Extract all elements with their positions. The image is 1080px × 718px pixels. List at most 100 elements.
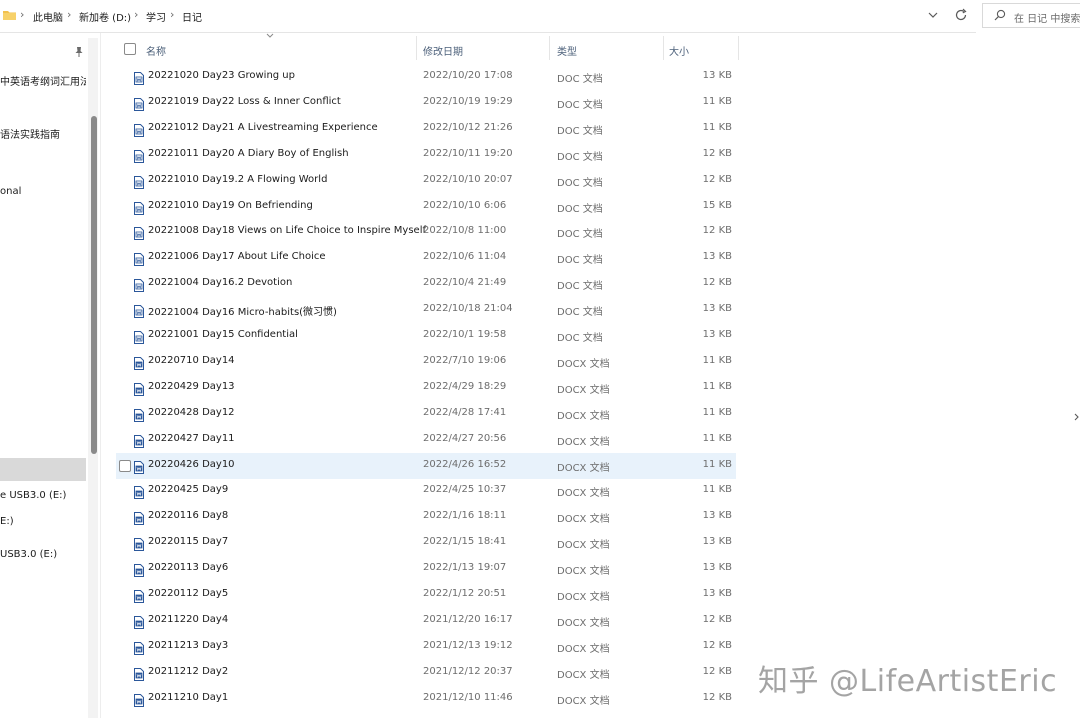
file-name[interactable]: 20221008 Day18 Views on Life Choice to I… [148, 225, 426, 236]
watermark: 知乎 @LifeArtistEric [758, 664, 1058, 699]
pin-icon[interactable] [74, 46, 84, 58]
file-row[interactable]: 20221019 Day22 Loss & Inner Conflict 2022… [116, 90, 736, 116]
file-row[interactable]: 20220429 Day13 2022/4/29 18:29 DOCX 文档 11 K… [116, 375, 736, 401]
file-name[interactable]: 20220710 Day14 [148, 355, 235, 366]
column-divider[interactable] [549, 36, 550, 60]
file-type: DOC 文档 [557, 281, 603, 293]
file-row[interactable]: 20211213 Day3 2021/12/13 19:12 DOCX 文档 12 K… [116, 634, 736, 660]
file-name[interactable]: 20220429 Day13 [148, 381, 235, 392]
column-header-name[interactable]: 名称 [146, 43, 166, 58]
file-name[interactable]: 20220112 Day5 [148, 588, 228, 599]
file-name[interactable]: 20221010 Day19 On Befriending [148, 200, 313, 211]
file-name[interactable]: 20221004 Day16.2 Devotion [148, 277, 292, 288]
file-size: 12 KB [702, 665, 732, 677]
column-header-size[interactable]: 大小 [669, 43, 689, 58]
file-modified-date: 2021/12/13 19:12 [423, 639, 513, 651]
file-row[interactable]: 20220426 Day10 2022/4/26 16:52 DOCX 文档 11 K… [116, 452, 736, 479]
select-all-checkbox[interactable] [124, 43, 136, 55]
folder-icon [3, 11, 16, 20]
file-row[interactable]: 20220116 Day8 2022/1/16 18:11 DOCX 文档 13 KB [116, 504, 736, 530]
file-modified-date: 2022/10/19 19:29 [423, 95, 513, 107]
file-row[interactable]: 20220112 Day5 2022/1/12 20:51 DOCX 文档 13 KB [116, 582, 736, 608]
nav-item-quick-access-3[interactable]: onal [0, 186, 86, 197]
column-divider[interactable] [416, 36, 417, 60]
nav-item-usb-drive[interactable]: e USB3.0 (E:) [0, 490, 86, 501]
file-name[interactable]: 20220113 Day6 [148, 562, 228, 573]
breadcrumb-drive-d[interactable]: 新加卷 (D:) [79, 9, 131, 24]
column-divider[interactable] [738, 36, 739, 60]
file-row[interactable]: 20221006 Day17 About Life Choice 2022/10/… [116, 245, 736, 271]
file-row[interactable]: 20211220 Day4 2021/12/20 16:17 DOCX 文档 12 K… [116, 608, 736, 634]
file-name[interactable]: 20211213 Day3 [148, 640, 228, 651]
column-header-date[interactable]: 修改日期 [423, 43, 463, 58]
file-name[interactable]: 20220426 Day10 [148, 459, 235, 470]
file-row[interactable]: 20221011 Day20 A Diary Boy of English 202… [116, 142, 736, 168]
file-size: 12 KB [702, 613, 732, 625]
file-row[interactable]: 20221010 Day19.2 A Flowing World 2022/10/… [116, 168, 736, 194]
file-name[interactable]: 20221006 Day17 About Life Choice [148, 251, 326, 262]
file-name[interactable]: 20221012 Day21 A Livestreaming Experienc… [148, 122, 378, 133]
word-document-icon [134, 433, 144, 448]
file-row[interactable]: 20221010 Day19 On Befriending 2022/10/10 … [116, 194, 736, 220]
row-checkbox[interactable] [119, 459, 131, 472]
file-name[interactable]: 20221004 Day16 Micro-habits(微习惯) [148, 303, 337, 318]
file-row[interactable]: 20211210 Day1 2021/12/10 11:46 DOCX 文档 12 K… [116, 686, 736, 712]
file-row[interactable]: 20221001 Day15 Confidential 2022/10/1 19:… [116, 323, 736, 349]
file-modified-date: 2022/10/4 21:49 [423, 277, 507, 289]
nav-item-quick-access-1[interactable]: 中英语考纲词汇用法手 [0, 73, 86, 88]
file-row[interactable]: 20220710 Day14 2022/7/10 19:06 DOCX 文档 11 K… [116, 349, 736, 375]
file-name[interactable]: 20221019 Day22 Loss & Inner Conflict [148, 96, 341, 107]
file-row[interactable]: 20221020 Day23 Growing up 2022/10/20 17:0… [116, 64, 736, 90]
file-row[interactable]: 20220428 Day12 2022/4/28 17:41 DOCX 文档 11 K… [116, 401, 736, 427]
file-name[interactable]: 20221011 Day20 A Diary Boy of English [148, 148, 349, 159]
file-name[interactable]: 20220115 Day7 [148, 536, 228, 547]
file-name[interactable]: 20211220 Day4 [148, 614, 228, 625]
nav-item-quick-access-2[interactable]: 语法实践指南 [0, 126, 86, 141]
file-type: DOCX 文档 [557, 514, 610, 526]
search-placeholder: 在 日记 中搜索 [1014, 14, 1080, 25]
breadcrumb-this-pc[interactable]: 此电脑 [33, 9, 63, 24]
file-row[interactable]: 20220425 Day9 2022/4/25 10:37 DOCX 文档 11 KB [116, 478, 736, 504]
file-modified-date: 2022/4/27 20:56 [423, 432, 507, 444]
file-row[interactable]: 20220427 Day11 2022/4/27 20:56 DOCX 文档 11 K… [116, 427, 736, 453]
file-type: DOCX 文档 [557, 695, 610, 707]
file-size: 11 KB [702, 432, 732, 444]
nav-item-usb-drive-2[interactable]: USB3.0 (E:) [0, 549, 86, 560]
file-modified-date: 2022/1/13 19:07 [423, 562, 507, 574]
nav-scrollbar-thumb[interactable] [91, 116, 97, 454]
file-name[interactable]: 20220425 Day9 [148, 484, 228, 495]
address-bar[interactable]: › 此电脑 › 新加卷 (D:) › 学习 › 日记 [0, 0, 976, 33]
file-name[interactable]: 20221001 Day15 Confidential [148, 329, 298, 340]
file-row[interactable]: 20220115 Day7 2022/1/15 18:41 DOCX 文档 13 KB [116, 530, 736, 556]
breadcrumb-diary[interactable]: 日记 [182, 9, 202, 24]
file-row[interactable]: 20211212 Day2 2021/12/12 20:37 DOCX 文档 12 K… [116, 660, 736, 686]
file-modified-date: 2022/10/1 19:58 [423, 329, 507, 340]
nav-item-drive-e[interactable]: E:) [0, 516, 86, 527]
file-name[interactable]: 20221020 Day23 Growing up [148, 70, 295, 81]
file-row[interactable]: 20221004 Day16 Micro-habits(微习惯) 2022/10/… [116, 297, 736, 323]
search-box[interactable]: 在 日记 中搜索 [982, 3, 1080, 28]
word-document-icon [134, 225, 144, 241]
breadcrumb-study[interactable]: 学习 [146, 9, 166, 24]
file-size: 11 KB [702, 484, 732, 496]
file-name[interactable]: 20220427 Day11 [148, 433, 235, 444]
file-row[interactable]: 20221008 Day18 Views on Life Choice to I… [116, 219, 736, 245]
column-header-row: 名称 修改日期 类型 大小 [101, 33, 741, 63]
breadcrumb-separator: › [67, 8, 72, 21]
word-document-icon [134, 640, 144, 655]
file-name[interactable]: 20221010 Day19.2 A Flowing World [148, 174, 327, 185]
refresh-icon[interactable] [953, 7, 969, 23]
column-header-type[interactable]: 类型 [557, 43, 577, 58]
file-name[interactable]: 20220116 Day8 [148, 510, 228, 521]
file-name[interactable]: 20211212 Day2 [148, 666, 228, 677]
chevron-down-icon[interactable] [926, 8, 940, 22]
file-name[interactable]: 20211210 Day1 [148, 692, 228, 703]
file-row[interactable]: 20220113 Day6 2022/1/13 19:07 DOCX 文档 13 KB [116, 556, 736, 582]
file-row[interactable]: 20221012 Day21 A Livestreaming Experienc… [116, 116, 736, 142]
word-document-icon [134, 355, 144, 370]
file-name[interactable]: 20220428 Day12 [148, 407, 235, 418]
file-row[interactable]: 20221004 Day16.2 Devotion 2022/10/4 21:49… [116, 271, 736, 297]
column-divider[interactable] [663, 36, 664, 60]
chevron-right-icon[interactable] [1073, 405, 1080, 429]
file-type: DOCX 文档 [557, 358, 610, 370]
